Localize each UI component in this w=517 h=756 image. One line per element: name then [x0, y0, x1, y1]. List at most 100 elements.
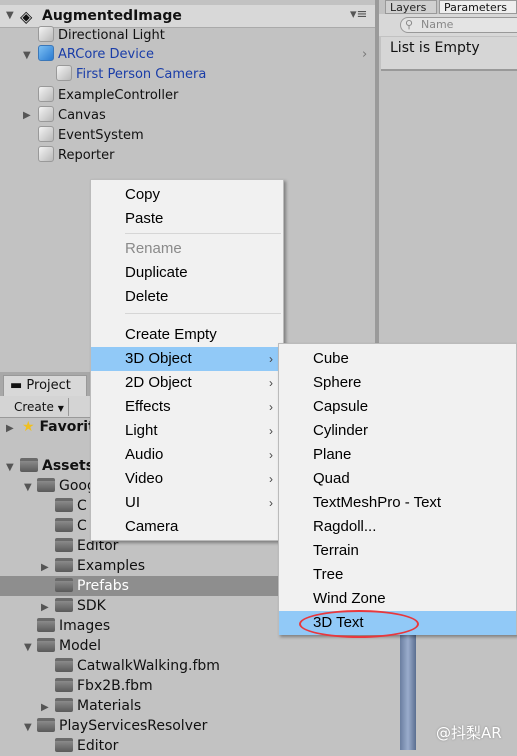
menu-item-cube[interactable]: Cube	[279, 347, 516, 371]
menu-item-sphere[interactable]: Sphere	[279, 371, 516, 395]
menu-item-audio[interactable]: Audio ›	[91, 443, 283, 467]
expand-arrow-icon[interactable]: ▼	[6, 462, 14, 473]
expand-arrow-icon[interactable]: ▼	[24, 482, 32, 493]
hierarchy-item[interactable]: Directional Light	[38, 26, 165, 46]
expand-arrow-icon[interactable]: ▼	[24, 722, 32, 733]
item-label: First Person Camera	[76, 67, 207, 82]
menu-item-effects[interactable]: Effects ›	[91, 395, 283, 419]
chevron-right-icon: ›	[269, 376, 273, 390]
folder-item[interactable]: Fbx2B.fbm	[55, 676, 153, 696]
menu-item-paste[interactable]: Paste	[91, 207, 283, 231]
collapse-arrow-icon[interactable]: ▼	[6, 10, 14, 21]
menu-label: Video	[125, 470, 164, 487]
expand-arrow-icon[interactable]: ▶	[23, 110, 31, 121]
folder-item[interactable]: Model	[37, 636, 101, 656]
parameters-panel: Layers Parameters ⚲ Name List is Empty	[379, 0, 517, 372]
hierarchy-item[interactable]: ARCore Device	[38, 45, 154, 65]
item-label: Materials	[77, 698, 142, 714]
expand-arrow-icon[interactable]: ▼	[24, 642, 32, 653]
menu-item-video[interactable]: Video ›	[91, 467, 283, 491]
item-label: Canvas	[58, 108, 106, 123]
menu-item-camera[interactable]: Camera	[91, 515, 283, 539]
item-label: C	[77, 518, 87, 534]
menu-item-cylinder[interactable]: Cylinder	[279, 419, 516, 443]
item-label: Editor	[77, 738, 119, 754]
folder-icon	[55, 598, 73, 612]
menu-item-textmeshpro-text[interactable]: TextMeshPro - Text	[279, 491, 516, 515]
menu-item-copy[interactable]: Copy	[91, 183, 283, 207]
folder-icon	[55, 698, 73, 712]
expand-arrow-icon[interactable]: ▶	[41, 702, 49, 713]
item-label: PlayServicesResolver	[59, 718, 208, 734]
menu-icon[interactable]: ▾≡	[350, 7, 367, 22]
parameter-list: List is Empty	[381, 37, 517, 71]
menu-label: Plane	[313, 446, 352, 463]
expand-arrow-icon[interactable]: ▶	[6, 423, 14, 434]
menu-label: Cube	[313, 350, 349, 367]
folder-item[interactable]: CatwalkWalking.fbm	[55, 656, 220, 676]
menu-item-2d-object[interactable]: 2D Object ›	[91, 371, 283, 395]
folder-item-selected[interactable]: Prefabs	[55, 576, 129, 596]
item-label: ARCore Device	[58, 47, 154, 62]
chevron-right-icon[interactable]: ›	[362, 47, 367, 62]
scrollbar-thumb[interactable]	[400, 634, 416, 750]
assets-item[interactable]: Assets	[20, 456, 94, 476]
folder-item[interactable]: C	[55, 516, 87, 536]
folder-item[interactable]: SDK	[55, 596, 106, 616]
menu-item-capsule[interactable]: Capsule	[279, 395, 516, 419]
chevron-right-icon: ›	[269, 424, 273, 438]
item-label: Reporter	[58, 148, 115, 163]
hierarchy-item[interactable]: Reporter	[38, 146, 114, 166]
folder-icon	[55, 678, 73, 692]
menu-item-quad[interactable]: Quad	[279, 467, 516, 491]
folder-icon	[55, 558, 73, 572]
folder-item[interactable]: Examples	[55, 556, 145, 576]
expand-arrow-icon[interactable]: ▶	[41, 562, 49, 573]
menu-item-tree[interactable]: Tree	[279, 563, 516, 587]
menu-item-plane[interactable]: Plane	[279, 443, 516, 467]
hierarchy-item[interactable]: Canvas	[38, 106, 106, 126]
folder-icon	[55, 538, 73, 552]
folder-item[interactable]: PlayServicesResolver	[37, 716, 207, 736]
create-dropdown[interactable]: Create ▼	[7, 398, 69, 416]
scene-name: AugmentedImage	[42, 8, 182, 24]
3d-object-submenu: Cube Sphere Capsule Cylinder Plane Quad …	[278, 343, 517, 638]
scene-header[interactable]: ▼ ◈ AugmentedImage ▾≡	[0, 5, 375, 28]
folder-item[interactable]: C	[55, 496, 87, 516]
menu-item-wind-zone[interactable]: Wind Zone	[279, 587, 516, 611]
menu-item-rename: Rename	[91, 237, 283, 261]
menu-item-ragdoll[interactable]: Ragdoll...	[279, 515, 516, 539]
menu-item-light[interactable]: Light ›	[91, 419, 283, 443]
item-label: Prefabs	[77, 578, 129, 594]
menu-item-create-empty[interactable]: Create Empty	[91, 323, 283, 347]
menu-item-duplicate[interactable]: Duplicate	[91, 261, 283, 285]
folder-item[interactable]: Images	[37, 616, 110, 636]
menu-separator	[125, 233, 281, 234]
folder-item[interactable]: Editor	[55, 736, 118, 756]
menu-label: Tree	[313, 566, 344, 583]
menu-item-3d-object[interactable]: 3D Object ›	[91, 347, 283, 371]
folder-item[interactable]: Materials	[55, 696, 141, 716]
tab-project[interactable]: ▬ Project	[3, 375, 87, 396]
tab-label: Parameters	[444, 1, 507, 14]
menu-item-delete[interactable]: Delete	[91, 285, 283, 309]
menu-label: Rename	[125, 240, 182, 257]
tab-layers[interactable]: Layers	[385, 0, 437, 14]
item-label: ExampleController	[58, 88, 179, 103]
menu-label: Terrain	[313, 542, 359, 559]
hierarchy-item[interactable]: First Person Camera	[56, 65, 206, 85]
highlight-circle-annotation	[299, 610, 419, 638]
menu-item-ui[interactable]: UI ›	[91, 491, 283, 515]
menu-item-terrain[interactable]: Terrain	[279, 539, 516, 563]
menu-label: Create Empty	[125, 326, 217, 343]
hierarchy-item[interactable]: EventSystem	[38, 126, 144, 146]
tab-parameters[interactable]: Parameters	[439, 0, 517, 14]
menu-label: Capsule	[313, 398, 369, 415]
menu-label: Paste	[125, 210, 164, 227]
gameobject-icon	[38, 146, 54, 162]
hierarchy-item[interactable]: ExampleController	[38, 86, 178, 106]
expand-arrow-icon[interactable]: ▶	[41, 602, 49, 613]
expand-arrow-icon[interactable]: ▼	[23, 50, 31, 61]
search-input[interactable]: ⚲ Name	[400, 17, 517, 33]
folder-icon	[37, 478, 55, 492]
